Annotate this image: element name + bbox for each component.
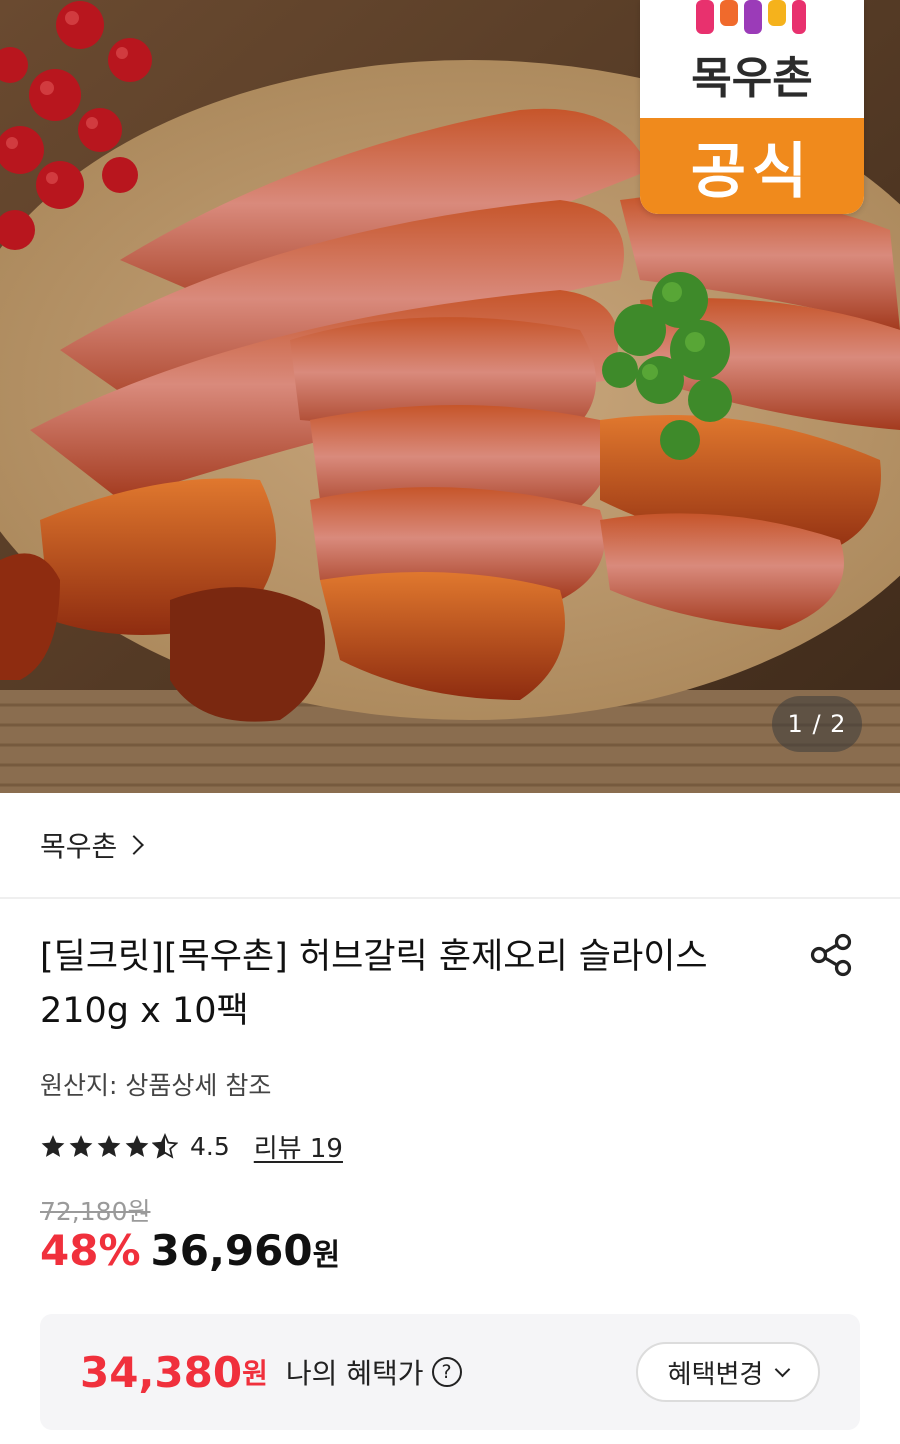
chevron-down-icon — [775, 1361, 791, 1377]
store-link[interactable]: 목우촌 — [0, 793, 900, 899]
price-row: 48% 36,960 원 — [40, 1226, 340, 1275]
benefit-price: 34,380 — [80, 1347, 243, 1397]
badge-brand-text: 목우촌 — [691, 53, 813, 104]
original-price: 72,180원 — [40, 1197, 151, 1226]
discount-rate: 48% — [40, 1226, 141, 1275]
rating-row: 4.5 리뷰 19 — [40, 1128, 343, 1164]
change-benefit-button[interactable]: 혜택변경 — [636, 1342, 820, 1402]
official-store-badge: 목우촌 공식 — [640, 0, 864, 214]
chevron-right-icon — [124, 835, 145, 855]
benefit-price-box: 34,380 원 나의 혜택가 ? 혜택변경 — [40, 1314, 860, 1430]
store-name: 목우촌 — [40, 830, 118, 863]
star-icon — [69, 1135, 93, 1157]
badge-official-tag: 공식 — [640, 118, 864, 214]
product-image[interactable]: 목우촌 공식 1 / 2 — [0, 0, 900, 793]
sale-price-unit: 원 — [312, 1238, 341, 1273]
image-counter: 1 / 2 — [772, 696, 862, 752]
star-icon — [125, 1135, 149, 1157]
sale-price: 36,960 — [150, 1226, 313, 1275]
origin-info: 원산지: 상품상세 참조 — [40, 1071, 272, 1100]
rating-value: 4.5 — [190, 1131, 230, 1161]
change-benefit-label: 혜택변경 — [667, 1359, 764, 1390]
star-icon — [41, 1135, 65, 1157]
benefit-label: 나의 혜택가 — [285, 1357, 424, 1390]
share-icon[interactable] — [808, 932, 854, 978]
question-circle-icon[interactable]: ? — [431, 1357, 462, 1387]
star-half-icon — [152, 1133, 178, 1159]
review-link[interactable]: 리뷰 19 — [254, 1128, 343, 1165]
star-rating — [40, 1133, 178, 1159]
star-icon — [97, 1135, 121, 1157]
benefit-price-unit: 원 — [242, 1357, 268, 1390]
brand-logo-icon — [696, 0, 806, 34]
product-title: [딜크릿][목우촌] 허브갈릭 훈제오리 슬라이스 210g x 10팩 — [40, 937, 708, 1031]
